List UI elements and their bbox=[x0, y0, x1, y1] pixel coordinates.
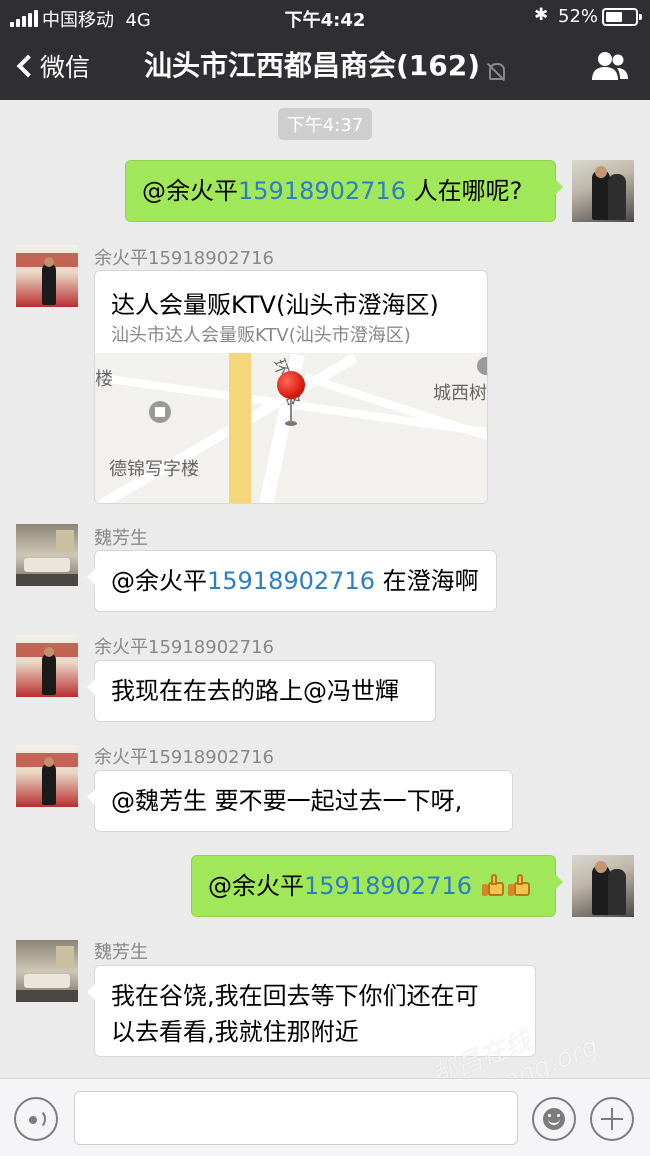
time-divider: 下午4:37 bbox=[0, 108, 650, 140]
message-text: 我现在在去的路上@冯世輝 bbox=[111, 677, 399, 705]
chat-title: 汕头市江西都昌商会(162) bbox=[143, 49, 481, 82]
thumbs-up-icon bbox=[481, 873, 506, 897]
message-bubble-outgoing[interactable]: @余火平15918902716 bbox=[191, 855, 563, 917]
bluetooth-icon: ✱ bbox=[534, 5, 549, 25]
message-bubble-incoming[interactable]: @余火平15918902716 在澄海啊 bbox=[87, 550, 497, 612]
message-bubble-outgoing[interactable]: @余火平15918902716 人在哪呢? bbox=[125, 160, 563, 222]
mention: @余火平 bbox=[142, 177, 238, 205]
phone-link[interactable]: 15918902716 bbox=[238, 177, 406, 205]
map-label: 城西树 bbox=[433, 383, 487, 404]
status-bar: 中国移动 4G 下午4:42 ✱ 52% bbox=[0, 0, 650, 34]
avatar-yu-huoping[interactable] bbox=[16, 635, 78, 697]
mention: @余火平 bbox=[111, 567, 207, 595]
sender-name: 余火平15918902716 bbox=[94, 248, 274, 269]
message-text: @魏芳生 要不要一起过去一下呀, bbox=[111, 787, 463, 815]
message-text: 人在哪呢? bbox=[405, 177, 523, 205]
thumbs-up-icon bbox=[507, 873, 532, 897]
voice-input-icon[interactable] bbox=[14, 1097, 58, 1141]
map-label: 楼 bbox=[95, 369, 113, 390]
emoji-icon[interactable] bbox=[532, 1097, 576, 1141]
location-card[interactable]: 达人会量贩KTV(汕头市澄海区) 汕头市达人会量贩KTV(汕头市澄海区) 楼 城… bbox=[94, 270, 488, 504]
phone-link[interactable]: 15918902716 bbox=[304, 872, 472, 900]
sender-name: 魏芳生 bbox=[94, 942, 148, 963]
poi-icon bbox=[477, 357, 487, 375]
top-bar: 中国移动 4G 下午4:42 ✱ 52% 微信 汕头市江西都昌商会(162) bbox=[0, 0, 650, 100]
battery-icon bbox=[602, 8, 642, 26]
location-address: 汕头市达人会量贩KTV(汕头市澄海区) bbox=[111, 325, 411, 346]
avatar-wei-fangsheng[interactable] bbox=[16, 940, 78, 1002]
message-bubble-incoming[interactable]: 我现在在去的路上@冯世輝 bbox=[87, 660, 436, 722]
battery-percent: 52% bbox=[558, 6, 599, 27]
mention: @余火平 bbox=[208, 872, 304, 900]
input-bar bbox=[0, 1078, 650, 1156]
map-pin-icon bbox=[277, 371, 307, 431]
message-text: 在澄海啊 bbox=[374, 567, 479, 595]
group-members-icon[interactable] bbox=[590, 50, 630, 82]
mute-icon bbox=[486, 61, 506, 81]
sender-name: 余火平15918902716 bbox=[94, 637, 274, 658]
status-time: 下午4:42 bbox=[284, 10, 366, 31]
poi-icon bbox=[149, 401, 171, 423]
avatar-wei-fangsheng[interactable] bbox=[16, 524, 78, 586]
map-label: 德锦写字楼 bbox=[109, 459, 199, 480]
my-avatar[interactable] bbox=[572, 160, 634, 222]
my-avatar[interactable] bbox=[572, 855, 634, 917]
more-plus-icon[interactable] bbox=[590, 1097, 634, 1141]
avatar-yu-huoping[interactable] bbox=[16, 745, 78, 807]
location-map: 楼 城西树 德锦写字楼 环西路 bbox=[95, 353, 487, 503]
sender-name: 余火平15918902716 bbox=[94, 747, 274, 768]
message-bubble-incoming[interactable]: @魏芳生 要不要一起过去一下呀, bbox=[87, 770, 513, 832]
chat-title-wrap: 汕头市江西都昌商会(162) bbox=[0, 46, 650, 86]
sender-name: 魏芳生 bbox=[94, 528, 148, 549]
avatar-yu-huoping[interactable] bbox=[16, 245, 78, 307]
message-text: 我在谷饶,我在回去等下你们还在可 bbox=[111, 982, 479, 1010]
message-input[interactable] bbox=[74, 1091, 518, 1145]
phone-link[interactable]: 15918902716 bbox=[207, 567, 375, 595]
location-title: 达人会量贩KTV(汕头市澄海区) bbox=[111, 291, 439, 319]
